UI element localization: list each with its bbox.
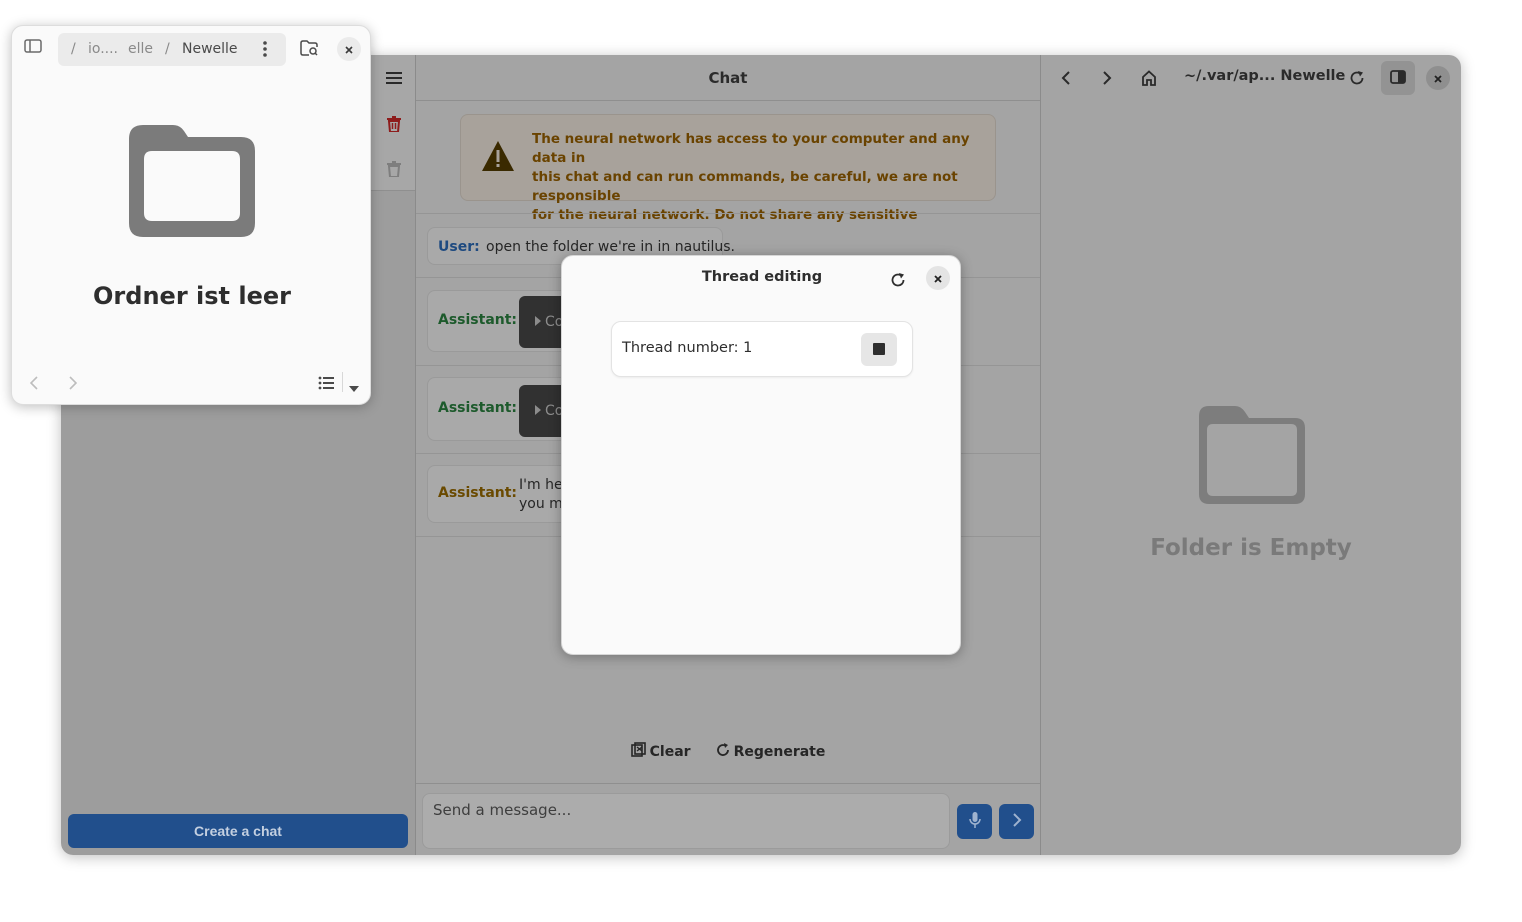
path-bar[interactable]: / io.... elle / Newelle — [58, 33, 286, 66]
file-explorer-header: ~/.var/ap... Newelle — [1041, 55, 1461, 101]
warning-banner: The neural network has access to your co… — [460, 114, 996, 242]
thread-editing-dialog: Thread editing Thread number: 1 — [561, 255, 961, 655]
clear-label: Clear — [649, 744, 691, 760]
message-text: open the folder we're in in nautilus. — [486, 239, 735, 255]
thread-row: Thread number: 1 — [611, 321, 913, 377]
back-arrow-icon[interactable] — [29, 375, 39, 394]
close-window-button[interactable] — [1426, 66, 1450, 90]
refresh-icon[interactable] — [886, 268, 910, 292]
expand-arrow-icon — [535, 403, 541, 419]
regenerate-icon — [715, 742, 731, 762]
path-segment-current[interactable]: Newelle — [182, 41, 238, 57]
forward-arrow-icon[interactable] — [68, 375, 78, 394]
send-arrow-icon — [1012, 812, 1022, 831]
role-label: Assistant: — [438, 312, 518, 328]
send-button[interactable] — [999, 804, 1034, 839]
delete-chat-icon[interactable] — [382, 112, 406, 136]
view-options-dropdown-icon[interactable] — [348, 378, 360, 397]
empty-folder-label: Folder is Empty — [1150, 535, 1352, 561]
divider — [342, 372, 343, 392]
empty-folder-icon — [1191, 400, 1311, 510]
dialog-close-button[interactable] — [926, 266, 950, 290]
message-separator — [416, 213, 1040, 214]
path-separator: / — [71, 41, 76, 57]
clear-icon — [630, 742, 647, 762]
more-options-icon[interactable] — [263, 40, 267, 62]
chat-tools-column — [371, 55, 416, 191]
microphone-icon — [968, 811, 981, 832]
role-label: Assistant: — [438, 400, 518, 416]
refresh-icon[interactable] — [1345, 66, 1369, 90]
nautilus-window: / io.... elle / Newelle Ordner ist leer — [11, 25, 371, 405]
role-label: Assistant: — [438, 485, 518, 501]
expand-arrow-icon — [535, 314, 541, 330]
close-icon — [1433, 69, 1443, 88]
path-segment[interactable]: elle — [128, 41, 153, 57]
menu-icon[interactable] — [382, 66, 406, 90]
create-chat-button[interactable]: Create a chat — [68, 814, 408, 848]
forward-arrow-icon[interactable] — [1095, 66, 1119, 90]
close-window-button[interactable] — [337, 37, 361, 61]
thread-label: Thread number: 1 — [622, 340, 753, 356]
message-input[interactable]: Send a message... — [422, 793, 950, 849]
stop-icon — [873, 340, 885, 359]
warning-icon — [481, 140, 515, 176]
path-separator: / — [165, 41, 170, 57]
regenerate-label: Regenerate — [733, 744, 826, 760]
search-folder-icon[interactable] — [300, 40, 318, 60]
panel-icon — [1390, 69, 1406, 88]
empty-folder-icon — [127, 123, 257, 242]
role-label: User: — [438, 239, 480, 255]
sidebar-toggle-icon[interactable] — [24, 38, 46, 60]
toggle-panel-button[interactable] — [1381, 61, 1415, 95]
file-explorer-pane: ~/.var/ap... Newelle Folder is Empty — [1041, 55, 1461, 855]
clear-button[interactable]: Clear — [630, 738, 691, 766]
chat-title: Chat — [416, 55, 1040, 101]
regenerate-button[interactable]: Regenerate — [715, 738, 826, 766]
close-icon — [933, 269, 943, 288]
list-view-icon[interactable] — [318, 375, 334, 394]
warning-line: The neural network has access to your co… — [532, 131, 970, 166]
input-separator — [416, 783, 1040, 784]
empty-folder-label: Ordner ist leer — [93, 282, 291, 310]
path-segment[interactable]: io.... — [88, 41, 118, 57]
stop-thread-button[interactable] — [861, 333, 897, 366]
delete-chat-disabled-icon[interactable] — [382, 157, 406, 181]
warning-line: this chat and can run commands, be caref… — [532, 169, 958, 204]
current-path: ~/.var/ap... Newelle — [1184, 68, 1346, 84]
home-icon[interactable] — [1137, 66, 1161, 90]
microphone-button[interactable] — [957, 804, 992, 839]
close-icon — [344, 40, 354, 59]
back-arrow-icon[interactable] — [1054, 66, 1078, 90]
chat-actions: Clear Regenerate — [416, 738, 1040, 766]
